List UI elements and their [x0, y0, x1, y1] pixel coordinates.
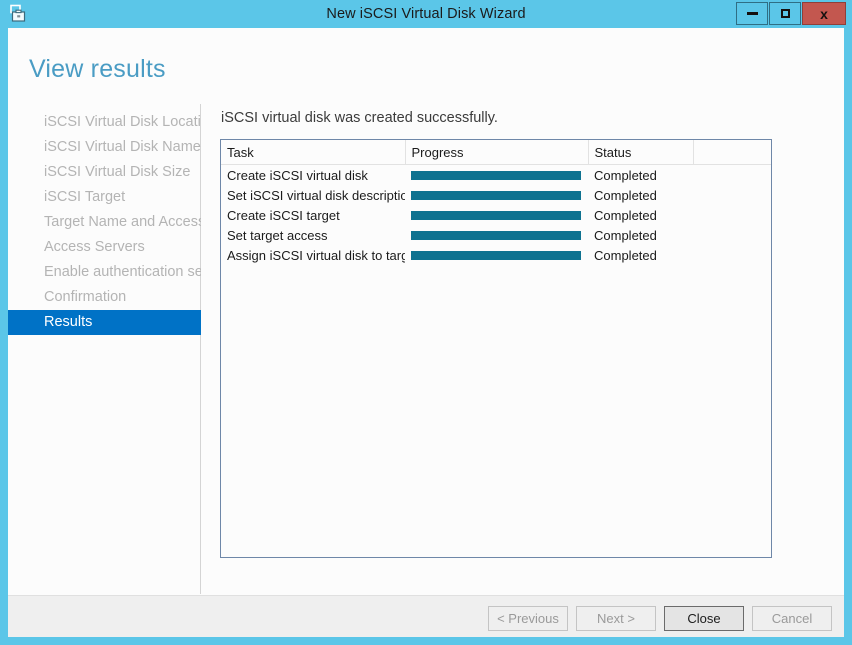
- progress-bar: [411, 230, 581, 240]
- progress-bar: [411, 210, 581, 220]
- sidebar-item-iscsi-virtual-disk-location[interactable]: iSCSI Virtual Disk Location: [8, 110, 201, 135]
- sidebar-item-iscsi-virtual-disk-name[interactable]: iSCSI Virtual Disk Name: [8, 135, 201, 160]
- sidebar-item-target-name-and-access[interactable]: Target Name and Access: [8, 210, 201, 235]
- task-progress-cell: [405, 225, 588, 245]
- minimize-button[interactable]: [736, 2, 768, 25]
- maximize-icon: [780, 9, 790, 18]
- maximize-button[interactable]: [769, 2, 801, 25]
- minimize-icon: [746, 12, 758, 15]
- task-status: Completed: [594, 187, 657, 203]
- results-panel: Task Progress Status Create iSCSI virtua…: [220, 139, 772, 558]
- wizard-client-area: View results iSCSI Virtual Disk Location…: [8, 28, 844, 637]
- task-progress-cell: [405, 205, 588, 225]
- task-blank-cell: [693, 205, 771, 225]
- progress-bar: [411, 170, 581, 180]
- result-message: iSCSI virtual disk was created successfu…: [221, 110, 498, 126]
- task-label: Assign iSCSI virtual disk to target: [227, 247, 405, 263]
- table-row: Assign iSCSI virtual disk to target Comp…: [221, 245, 771, 265]
- window-controls: x: [736, 2, 846, 26]
- task-status: Completed: [594, 247, 657, 263]
- table-row: Set target access Completed: [221, 225, 771, 245]
- close-button[interactable]: x: [802, 2, 846, 25]
- progress-bar-fill: [411, 230, 581, 240]
- task-blank-cell: [693, 165, 771, 186]
- progress-bar-fill: [411, 170, 581, 180]
- table-row: Create iSCSI virtual disk Completed: [221, 165, 771, 186]
- column-header-task[interactable]: Task: [221, 140, 406, 165]
- task-progress-cell: [405, 165, 588, 186]
- task-label: Create iSCSI target: [227, 207, 340, 223]
- task-status: Completed: [594, 167, 657, 183]
- sidebar-item-iscsi-virtual-disk-size[interactable]: iSCSI Virtual Disk Size: [8, 160, 201, 185]
- task-blank-cell: [693, 185, 771, 205]
- wizard-window: New iSCSI Virtual Disk Wizard x View res…: [0, 0, 852, 645]
- task-blank-cell: [693, 245, 771, 265]
- cancel-button[interactable]: Cancel: [752, 606, 832, 631]
- window-title: New iSCSI Virtual Disk Wizard: [326, 6, 526, 22]
- previous-button[interactable]: < Previous: [488, 606, 568, 631]
- task-results-body: Create iSCSI virtual disk Completed Set …: [221, 165, 771, 266]
- task-label: Set target access: [227, 227, 328, 243]
- sidebar-item-enable-authentication-service[interactable]: Enable authentication ser...: [8, 260, 201, 285]
- title-bar: New iSCSI Virtual Disk Wizard x: [0, 0, 852, 28]
- wizard-step-nav: iSCSI Virtual Disk Location iSCSI Virtua…: [8, 110, 201, 335]
- sidebar-item-results[interactable]: Results: [8, 310, 201, 335]
- close-action-button[interactable]: Close: [664, 606, 744, 631]
- task-blank-cell: [693, 225, 771, 245]
- sidebar-item-confirmation[interactable]: Confirmation: [8, 285, 201, 310]
- sidebar-item-iscsi-target[interactable]: iSCSI Target: [8, 185, 201, 210]
- next-button[interactable]: Next >: [576, 606, 656, 631]
- progress-bar: [411, 190, 581, 200]
- table-header-row: Task Progress Status: [221, 140, 771, 165]
- column-header-blank[interactable]: [693, 140, 771, 165]
- table-row: Set iSCSI virtual disk description Compl…: [221, 185, 771, 205]
- progress-bar: [411, 250, 581, 260]
- task-progress-cell: [405, 185, 588, 205]
- task-results-table: Task Progress Status Create iSCSI virtua…: [221, 140, 771, 266]
- sidebar-item-access-servers[interactable]: Access Servers: [8, 235, 201, 260]
- task-progress-cell: [405, 245, 588, 265]
- task-label: Set iSCSI virtual disk description: [227, 187, 405, 203]
- wizard-footer: < Previous Next > Close Cancel: [8, 595, 844, 637]
- main-content: iSCSI virtual disk was created successfu…: [220, 110, 772, 558]
- progress-bar-fill: [411, 250, 581, 260]
- page-title: View results: [29, 55, 166, 83]
- column-header-progress[interactable]: Progress: [405, 140, 589, 165]
- table-row: Create iSCSI target Completed: [221, 205, 771, 225]
- task-status: Completed: [594, 227, 657, 243]
- footer-button-group: < Previous Next > Close Cancel: [488, 606, 832, 631]
- progress-bar-fill: [411, 210, 581, 220]
- column-header-status[interactable]: Status: [588, 140, 694, 165]
- task-status: Completed: [594, 207, 657, 223]
- task-label: Create iSCSI virtual disk: [227, 167, 368, 183]
- progress-bar-fill: [411, 190, 581, 200]
